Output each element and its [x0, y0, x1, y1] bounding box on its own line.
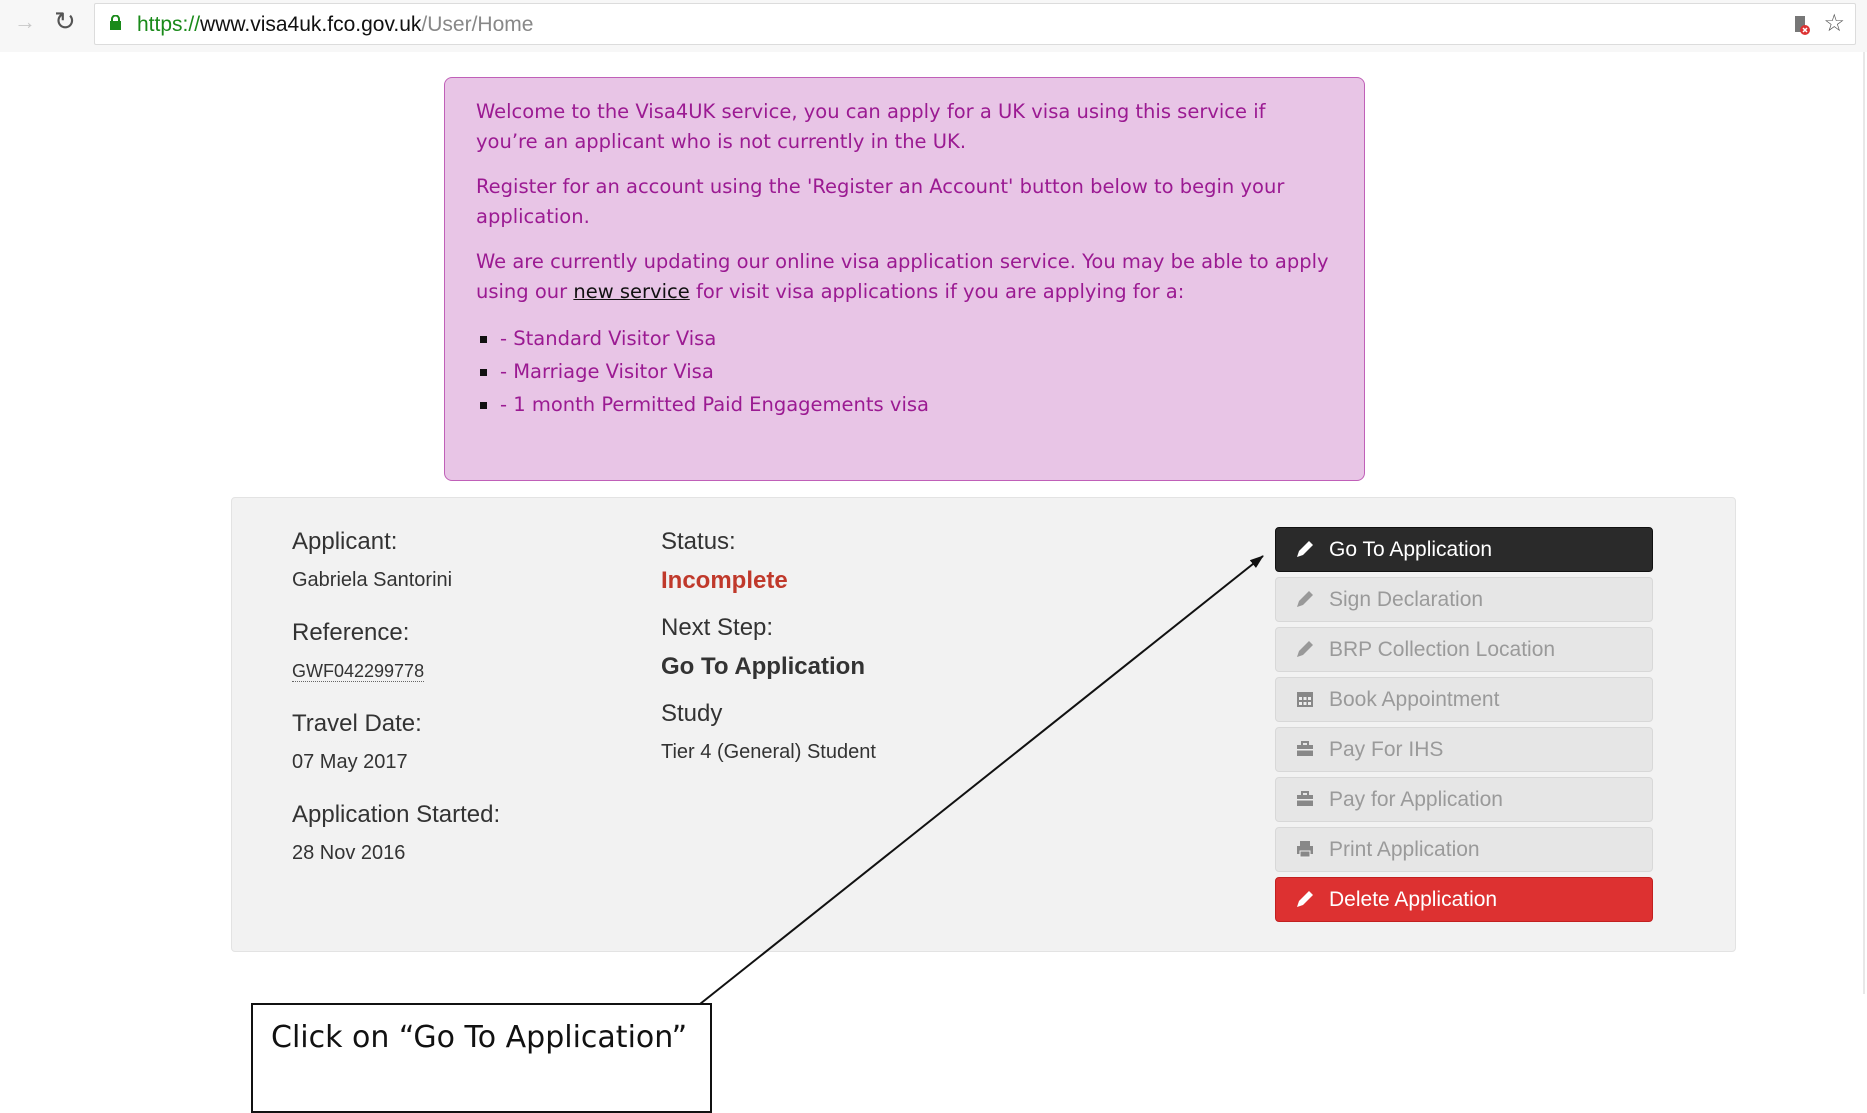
instruction-callout: Click on “Go To Application”	[251, 1003, 712, 1113]
callout-text: Click on “Go To Application”	[271, 1020, 688, 1055]
annotation-arrow	[699, 555, 1264, 1005]
